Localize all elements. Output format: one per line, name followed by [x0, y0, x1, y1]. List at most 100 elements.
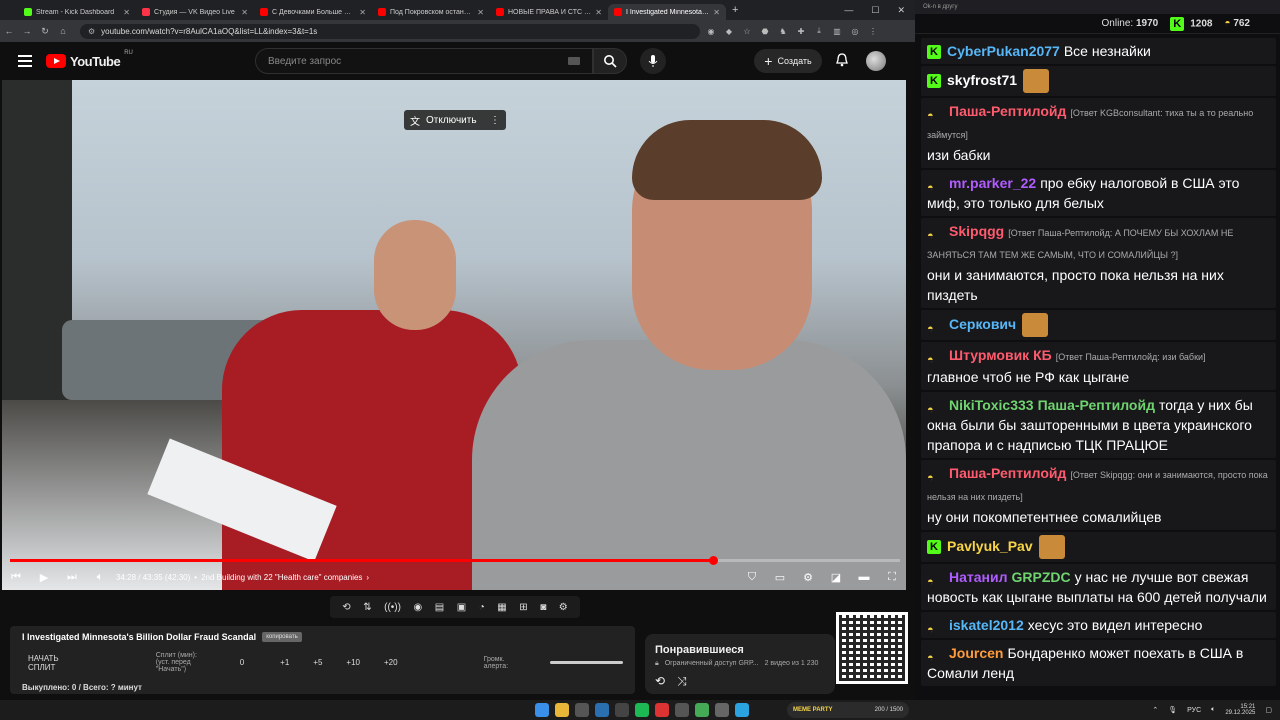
sort-icon[interactable]: ⇅	[363, 602, 371, 613]
chrome-icon[interactable]	[555, 703, 569, 717]
app-icon[interactable]	[675, 703, 689, 717]
sponsorblock-icon[interactable]: ⛉	[738, 571, 766, 584]
fullscreen-icon[interactable]: ⛶	[878, 571, 906, 584]
volume-icon[interactable]: 🔈︎	[86, 571, 114, 584]
picture-icon[interactable]: ▣	[457, 602, 466, 613]
browser-tab[interactable]: НОВЫЕ ПРАВА И СТС 2026: н✕	[490, 4, 608, 20]
forward-icon[interactable]: →	[18, 26, 36, 36]
site-info-icon[interactable]: ⚙	[88, 27, 95, 36]
search-button[interactable]	[593, 48, 627, 74]
steam-icon[interactable]	[595, 703, 609, 717]
chat-nickname[interactable]: iskatel2012	[949, 617, 1024, 633]
app-icon[interactable]	[575, 703, 589, 717]
notifications-icon[interactable]: ▢	[1265, 706, 1272, 714]
gear-icon[interactable]: ⚙	[559, 602, 568, 613]
film-icon[interactable]: ▤	[435, 602, 444, 613]
next-icon[interactable]: ⏭	[58, 571, 86, 584]
clock[interactable]: 15:21 29.12.2025	[1225, 704, 1255, 716]
step-plus-5-button[interactable]: +5	[313, 658, 322, 667]
chat-nickname[interactable]: NikiToxic333	[949, 397, 1034, 413]
browser-tab[interactable]: Под Покровском остановлен ✕	[372, 4, 490, 20]
speed-icon[interactable]: ◔	[479, 602, 485, 613]
search-input[interactable]: Введите запрос	[255, 48, 593, 74]
more-options-icon[interactable]: ⋮	[490, 115, 500, 126]
settings-icon[interactable]: ⚙	[794, 571, 822, 584]
app-icon[interactable]	[615, 703, 629, 717]
notifications-bell-icon[interactable]	[834, 52, 850, 68]
extension-icon[interactable]: ⬣	[758, 24, 772, 38]
repeat-icon[interactable]: ⟲	[655, 674, 665, 689]
tab-close-icon[interactable]: ✕	[713, 8, 720, 17]
chat-nickname[interactable]: Skipqgg	[949, 223, 1004, 239]
camera-icon[interactable]: ◙	[540, 602, 546, 613]
avatar[interactable]	[866, 51, 886, 71]
extension-icon[interactable]: ◆	[722, 24, 736, 38]
chat-nickname[interactable]: Натанил	[949, 569, 1008, 585]
app-icon[interactable]	[715, 703, 729, 717]
chat-mention[interactable]: Паша-Рептилойд	[1038, 397, 1155, 413]
chat-mention[interactable]: GRPZDC	[1012, 569, 1071, 585]
spotify-icon[interactable]	[635, 703, 649, 717]
hamburger-menu-icon[interactable]	[18, 55, 32, 67]
telegram-icon[interactable]	[735, 703, 749, 717]
copy-badge[interactable]: копировать	[262, 632, 302, 642]
browser-tab[interactable]: Stream - Kick Dashboard ✕	[18, 4, 136, 20]
extension-icon[interactable]: ♞	[776, 24, 790, 38]
chapter-title[interactable]: 2nd Building with 22 "Health care" compa…	[201, 573, 362, 582]
tab-close-icon[interactable]: ✕	[359, 8, 366, 17]
more-icon[interactable]: ⋮	[866, 24, 880, 38]
voice-search-button[interactable]	[640, 48, 666, 74]
windows-start-icon[interactable]	[535, 703, 549, 717]
app-icon[interactable]	[655, 703, 669, 717]
reload-icon[interactable]: ↻	[36, 26, 54, 37]
chat-nickname[interactable]: Серкович	[949, 316, 1016, 332]
shuffle-icon[interactable]: ⤨	[677, 674, 687, 689]
tab-close-icon[interactable]: ✕	[241, 8, 248, 17]
chat-nickname[interactable]: Паша-Рептилойд	[949, 103, 1066, 119]
back-icon[interactable]: ←	[0, 26, 18, 36]
browser-tab[interactable]: Студия — VK Видео Live ✕	[136, 4, 254, 20]
profile-icon[interactable]: ◎	[848, 24, 862, 38]
tab-close-icon[interactable]: ✕	[477, 8, 484, 17]
chat-nickname[interactable]: CyberPukan2077	[947, 43, 1060, 59]
loop-icon[interactable]: ⟲	[342, 602, 350, 613]
miniplayer-icon[interactable]: ◪	[822, 571, 850, 584]
grid-icon[interactable]: ▦	[497, 602, 506, 613]
minimize-icon[interactable]: —	[844, 5, 853, 16]
extension-icon[interactable]: ◉	[704, 24, 718, 38]
subtitles-icon[interactable]: ▭	[766, 571, 794, 584]
add-icon[interactable]: ⊞	[519, 602, 527, 613]
youtube-logo[interactable]: YouTube RU	[46, 50, 133, 69]
video-player[interactable]: 文 Отключить ⋮ ⏮ ▶ ⏭ 🔈︎ 34:28 / 43:35 (42…	[2, 80, 906, 590]
new-tab-button[interactable]: +	[732, 4, 738, 16]
alert-volume-slider[interactable]	[549, 661, 623, 664]
start-split-button[interactable]: НАЧАТЬ СПЛИТ	[28, 654, 82, 672]
browser-tab[interactable]: С Девочками Больше Не Хочу ✕	[254, 4, 372, 20]
step-plus-10-button[interactable]: +10	[346, 658, 360, 667]
chat-nickname[interactable]: skyfrost71	[947, 72, 1017, 88]
step-plus-20-button[interactable]: +20	[384, 658, 398, 667]
keyboard-icon[interactable]	[568, 57, 580, 65]
app-icon[interactable]	[695, 703, 709, 717]
chat-nickname[interactable]: Pavlyuk_Pav	[947, 538, 1033, 554]
tab-close-icon[interactable]: ✕	[595, 8, 602, 17]
split-value[interactable]: 0	[240, 658, 244, 667]
browser-tab[interactable]: I Investigated Minnesota's Billio ✕	[608, 4, 726, 20]
home-icon[interactable]: ⌂	[54, 26, 72, 36]
maximize-icon[interactable]: ☐	[871, 5, 879, 16]
language-indicator[interactable]: РУС	[1187, 707, 1201, 714]
progress-bar[interactable]	[10, 556, 900, 565]
playlist-title[interactable]: Понравившиеся	[655, 644, 825, 656]
mic-tray-icon[interactable]: 🎙︎	[1168, 706, 1177, 714]
create-button[interactable]: + Создать	[754, 49, 822, 73]
extension-icon[interactable]: ☆	[740, 24, 754, 38]
meme-party-widget[interactable]: MEME PARTY 200 / 1500	[787, 702, 909, 718]
eye-icon[interactable]: ◉	[413, 602, 422, 613]
chat-nickname[interactable]: Jourcen	[949, 645, 1003, 661]
broadcast-icon[interactable]: ((•))	[384, 602, 401, 613]
download-icon[interactable]: ⤓	[812, 24, 826, 38]
sidepanel-icon[interactable]: ▥	[830, 24, 844, 38]
play-icon[interactable]: ▶	[30, 571, 58, 584]
volume-tray-icon[interactable]: 🔈︎	[1211, 706, 1215, 714]
step-plus-1-button[interactable]: +1	[280, 658, 289, 667]
